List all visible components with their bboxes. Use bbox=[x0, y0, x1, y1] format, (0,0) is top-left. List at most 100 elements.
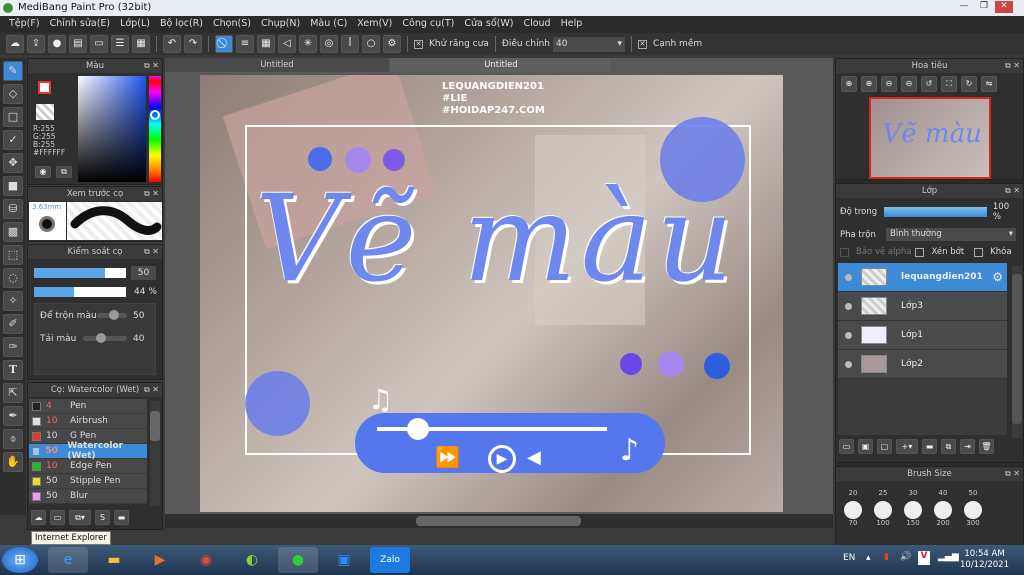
note-icon[interactable]: ▤ bbox=[69, 35, 87, 53]
brush-size-slider[interactable] bbox=[34, 268, 126, 278]
snap-off-icon[interactable]: ⃠ bbox=[215, 35, 233, 53]
menu-select[interactable]: Chọn(S) bbox=[208, 16, 256, 33]
grid-snap-icon[interactable]: ▦ bbox=[257, 35, 275, 53]
panel-close-icon[interactable]: ⧉ ✕ bbox=[1005, 59, 1020, 73]
brush-size-70[interactable]: 70 bbox=[838, 501, 868, 527]
flip-icon[interactable]: ⇋ bbox=[981, 76, 997, 92]
brush-settings-icon[interactable]: S bbox=[95, 510, 110, 525]
zoom-out-icon[interactable]: ⊖ bbox=[881, 76, 897, 92]
cloud-icon[interactable]: ☁ bbox=[6, 35, 24, 53]
menu-help[interactable]: Help bbox=[556, 16, 588, 33]
hue-handle[interactable] bbox=[150, 110, 160, 120]
show-hidden-icons[interactable]: ▴ bbox=[866, 553, 871, 563]
ellipse-snap-icon[interactable]: ○ bbox=[362, 35, 380, 53]
clip-checkbox[interactable] bbox=[915, 247, 925, 257]
layer-scrollbar[interactable] bbox=[1012, 266, 1022, 438]
tab-untitled-2[interactable]: Untitled bbox=[391, 58, 611, 72]
new-1bit-layer-icon[interactable]: ▢ bbox=[877, 439, 892, 454]
palette-icon[interactable]: ◉ bbox=[35, 166, 51, 178]
medibang-icon[interactable]: ● bbox=[278, 547, 318, 573]
eyedropper-icon[interactable]: ⌽ bbox=[3, 429, 23, 449]
page-icon[interactable]: ▭ bbox=[90, 35, 108, 53]
brush-size-value[interactable]: 50 bbox=[131, 266, 156, 280]
brush-size-100[interactable]: 100 bbox=[868, 501, 898, 527]
menu-edit[interactable]: Chỉnh sửa(E) bbox=[45, 16, 116, 33]
antivirus-icon[interactable]: V bbox=[918, 551, 930, 565]
brush-size-200[interactable]: 200 bbox=[928, 501, 958, 527]
new-halftone-layer-icon[interactable]: ▣ bbox=[858, 439, 873, 454]
layer-item[interactable]: Lớp2 bbox=[838, 350, 1007, 379]
visibility-icon[interactable] bbox=[845, 302, 852, 310]
swap-icon[interactable]: ⧉ bbox=[56, 166, 72, 178]
protect-alpha-checkbox[interactable] bbox=[840, 247, 849, 257]
lasso-tool-icon[interactable]: ◌ bbox=[3, 268, 23, 288]
brush-size-30[interactable]: 30 bbox=[898, 489, 928, 497]
menu-tools[interactable]: Công cụ(T) bbox=[397, 16, 459, 33]
parallel-snap-icon[interactable]: ≡ bbox=[236, 35, 254, 53]
magic-wand-icon[interactable]: ✧ bbox=[3, 291, 23, 311]
dot-tool-icon[interactable]: ✓ bbox=[3, 130, 23, 150]
folder-icon[interactable]: ▬ bbox=[114, 510, 129, 525]
move-tool-icon[interactable]: ✥ bbox=[3, 153, 23, 173]
start-button[interactable]: ⊞ bbox=[2, 547, 38, 573]
brush-item-pen[interactable]: 4 Pen bbox=[29, 399, 147, 414]
language-indicator[interactable]: EN bbox=[843, 553, 855, 563]
operation-tool-icon[interactable]: ⇱ bbox=[3, 383, 23, 403]
canvas-artwork[interactable]: LEQUANGDIEN201 #LIE #HOIDAP247.COM Vẽ mà… bbox=[200, 75, 783, 512]
new-brush-icon[interactable]: ▭ bbox=[50, 510, 65, 525]
share-icon[interactable]: ⇪ bbox=[27, 35, 45, 53]
gradient-tool-icon[interactable]: ▩ bbox=[3, 222, 23, 242]
menu-window[interactable]: Cửa sổ(W) bbox=[459, 16, 518, 33]
close-button[interactable]: ✕ bbox=[995, 1, 1013, 13]
list-icon[interactable]: ☰ bbox=[111, 35, 129, 53]
brush-item-edge-pen[interactable]: 10 Edge Pen bbox=[29, 459, 147, 474]
network-icon[interactable]: ▂▄▆ bbox=[938, 552, 959, 562]
file-explorer-icon[interactable]: ▬ bbox=[94, 547, 134, 573]
menu-snap[interactable]: Chụp(N) bbox=[256, 16, 305, 33]
delete-layer-icon[interactable]: 🗑 bbox=[979, 439, 994, 454]
text-tool-icon[interactable]: T bbox=[3, 360, 23, 380]
maximize-button[interactable]: ❐ bbox=[975, 1, 993, 13]
layer-item[interactable]: lequangdien201 ⚙ bbox=[838, 263, 1007, 292]
tab-untitled-1[interactable]: Untitled bbox=[165, 58, 389, 72]
snap-settings-icon[interactable]: ⚙ bbox=[383, 35, 401, 53]
brush-item-stipple-pen[interactable]: 50 Stipple Pen bbox=[29, 474, 147, 489]
panel-close-icon[interactable]: ⧉ ✕ bbox=[144, 245, 159, 259]
divide-tool-icon[interactable]: ✒ bbox=[3, 406, 23, 426]
panel-close-icon[interactable]: ⧉ ✕ bbox=[1005, 467, 1020, 481]
shape-tool-icon[interactable]: □ bbox=[3, 107, 23, 127]
reload-slider[interactable] bbox=[83, 333, 127, 343]
perspective-snap-icon[interactable]: ◁ bbox=[278, 35, 296, 53]
concentric-snap-icon[interactable]: ◎ bbox=[320, 35, 338, 53]
zalo-icon[interactable]: Zalo bbox=[370, 547, 410, 573]
visibility-icon[interactable] bbox=[845, 360, 852, 368]
brush-tool-icon[interactable]: ✎ bbox=[3, 61, 23, 81]
media-player-icon[interactable]: ▶ bbox=[140, 547, 180, 573]
layer-item[interactable]: Lớp3 bbox=[838, 292, 1007, 321]
volume-icon[interactable]: 🔊 bbox=[900, 552, 911, 562]
horizontal-scrollbar[interactable] bbox=[165, 514, 833, 528]
brush-item-airbrush[interactable]: 10 Airbrush bbox=[29, 414, 147, 429]
lock-checkbox[interactable] bbox=[974, 247, 984, 257]
panel-icon[interactable]: ▦ bbox=[132, 35, 150, 53]
color-picker-square[interactable] bbox=[78, 76, 146, 182]
adjust-dropdown[interactable]: 40 ▾ bbox=[552, 36, 625, 52]
bucket-tool-icon[interactable]: ⛁ bbox=[3, 199, 23, 219]
antialias-checkbox[interactable]: ✕ bbox=[414, 39, 423, 49]
brush-size-20[interactable]: 20 bbox=[838, 489, 868, 497]
rotate-right-icon[interactable]: ↻ bbox=[961, 76, 977, 92]
brush-size-150[interactable]: 150 bbox=[898, 501, 928, 527]
comment-icon[interactable]: ● bbox=[48, 35, 66, 53]
minimize-button[interactable]: — bbox=[955, 1, 973, 13]
clock[interactable]: 10:54 AM 10/12/2021 bbox=[960, 549, 1009, 571]
zoom-in-icon[interactable]: ⊕ bbox=[861, 76, 877, 92]
battery-icon[interactable]: ▮ bbox=[884, 552, 889, 562]
brush-size-40[interactable]: 40 bbox=[928, 489, 958, 497]
visibility-icon[interactable] bbox=[845, 331, 852, 339]
select-tool-icon[interactable]: ⬚ bbox=[3, 245, 23, 265]
zoom-out-icon[interactable]: ⊖ bbox=[901, 76, 917, 92]
undo-icon[interactable]: ↶ bbox=[163, 35, 181, 53]
merge-layer-icon[interactable]: ⇥ bbox=[960, 439, 975, 454]
brush-list-scrollbar[interactable] bbox=[150, 401, 160, 506]
panel-close-icon[interactable]: ⧉ ✕ bbox=[1005, 184, 1020, 198]
